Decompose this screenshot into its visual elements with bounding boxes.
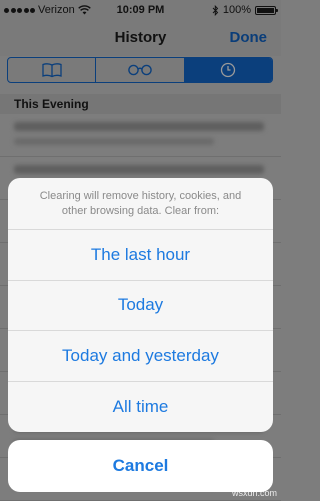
action-sheet-message: Clearing will remove history, cookies, a… (8, 178, 273, 230)
tab-reading-list[interactable] (96, 58, 185, 82)
battery-percent: 100% (222, 4, 251, 16)
done-button[interactable]: Done (230, 29, 268, 46)
section-header: This Evening (0, 94, 281, 114)
clear-history-action-sheet: Clearing will remove history, cookies, a… (8, 178, 273, 432)
glasses-icon (128, 64, 152, 76)
cancel-button[interactable]: Cancel (8, 440, 273, 492)
segmented-control (7, 57, 273, 83)
clear-all-time-option[interactable]: All time (8, 382, 273, 433)
clear-last-hour-option[interactable]: The last hour (8, 230, 273, 281)
clear-today-and-yesterday-option[interactable]: Today and yesterday (8, 331, 273, 382)
status-right: 100% (212, 4, 278, 16)
bluetooth-icon (212, 4, 219, 16)
watermark: wsxdn.com (231, 488, 277, 498)
status-bar: Verizon 10:09 PM 100% (0, 0, 281, 20)
tab-history[interactable] (184, 58, 272, 82)
battery-icon (255, 5, 278, 15)
list-item[interactable] (0, 114, 281, 157)
tab-bookmarks[interactable] (8, 58, 97, 82)
clock-icon (221, 62, 236, 78)
book-icon (42, 63, 62, 78)
nav-bar: History Done (0, 20, 281, 56)
clear-today-option[interactable]: Today (8, 281, 273, 331)
